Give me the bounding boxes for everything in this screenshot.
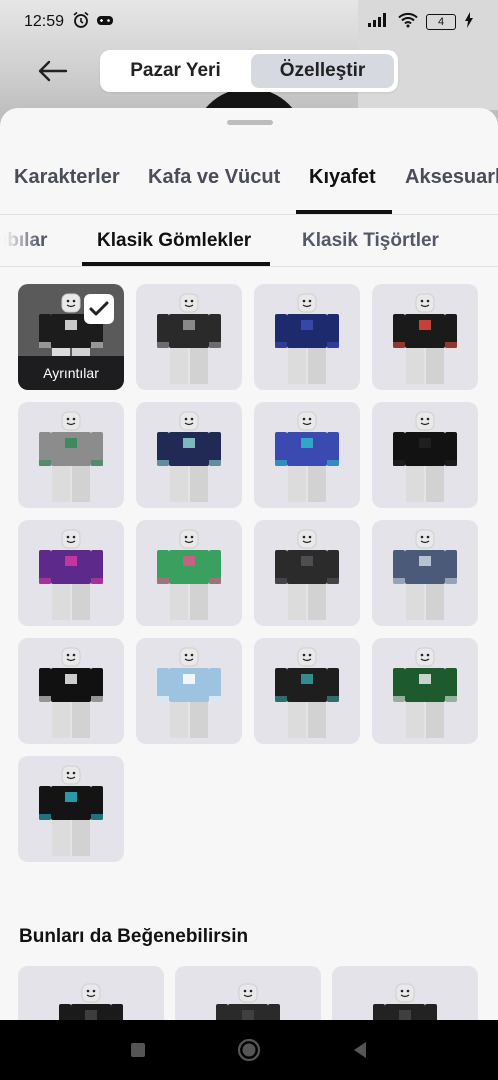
item-tile[interactable] (372, 402, 478, 508)
suggestions-title: Bunları da Beğenebilirsin (19, 926, 249, 947)
charging-icon (464, 11, 474, 33)
item-tile[interactable] (136, 284, 242, 390)
suggested-item[interactable] (175, 966, 321, 1020)
top-header: Pazar Yeri Özelleştir (0, 48, 498, 94)
suggested-item[interactable] (18, 966, 164, 1020)
item-tile[interactable] (254, 638, 360, 744)
suggestions-row (18, 966, 480, 1020)
subcategory-tabs: ıbılar Klasik Gömlekler Klasik Tişörtler (0, 220, 498, 266)
signal-icon (368, 12, 390, 32)
category-tabs: Karakterler Kafa ve Vücut Kıyafet Aksesu… (0, 156, 498, 212)
item-tile[interactable] (136, 520, 242, 626)
system-nav-bar (0, 1020, 498, 1080)
subtab-fade-right (468, 220, 498, 266)
item-tile[interactable] (18, 756, 124, 862)
recents-button[interactable] (126, 1038, 150, 1062)
shirt-preview (31, 410, 111, 508)
triangle-back-icon (354, 1042, 366, 1058)
battery-level: 4 (437, 16, 445, 28)
back-nav-button[interactable] (348, 1038, 372, 1062)
shirt-preview (267, 410, 347, 508)
tab-head-and-body[interactable]: Kafa ve Vücut (148, 166, 280, 189)
shirt-preview (31, 764, 111, 862)
shirt-preview (149, 528, 229, 626)
battery-icon: 4 (426, 14, 456, 30)
category-divider (0, 214, 498, 215)
subtab-classic-tshirts[interactable]: Klasik Tişörtler (302, 230, 439, 252)
shirt-preview (385, 646, 465, 744)
shirt-preview (365, 982, 445, 1020)
details-button[interactable]: Ayrıntılar (18, 356, 124, 390)
tab-accessories[interactable]: Aksesuarl (405, 166, 498, 189)
shirt-preview (385, 410, 465, 508)
shirt-preview (267, 528, 347, 626)
shirt-preview (51, 982, 131, 1020)
tab-clothing[interactable]: Kıyafet (309, 166, 376, 189)
customize-sheet: Karakterler Kafa ve Vücut Kıyafet Aksesu… (0, 108, 498, 1020)
status-bar: 12:59 4 (0, 0, 498, 44)
item-tile[interactable] (18, 520, 124, 626)
shirt-preview (385, 292, 465, 390)
back-button[interactable] (36, 56, 70, 86)
shirt-preview (208, 982, 288, 1020)
item-tile[interactable] (254, 402, 360, 508)
item-tile[interactable] (372, 520, 478, 626)
item-tile[interactable] (18, 638, 124, 744)
item-tile[interactable] (254, 520, 360, 626)
checkmark-icon (84, 294, 114, 324)
item-tile[interactable] (372, 284, 478, 390)
subtab-classic-shirts[interactable]: Klasik Gömlekler (97, 230, 251, 252)
shirt-preview (31, 528, 111, 626)
alarm-icon (72, 11, 90, 34)
item-tile[interactable] (136, 402, 242, 508)
sheet-drag-handle[interactable] (227, 120, 273, 125)
shirt-preview (267, 292, 347, 390)
subcategory-divider (0, 266, 498, 267)
shirt-preview (31, 646, 111, 744)
tab-characters[interactable]: Karakterler (14, 166, 120, 189)
item-tile-selected[interactable]: Ayrıntılar (18, 284, 124, 390)
segment-marketplace[interactable]: Pazar Yeri (104, 54, 247, 88)
home-button[interactable] (237, 1038, 261, 1062)
game-controller-icon (96, 11, 114, 34)
shirt-preview (149, 292, 229, 390)
shirt-preview (149, 410, 229, 508)
item-tile[interactable] (136, 638, 242, 744)
status-time: 12:59 (24, 13, 65, 30)
item-tile[interactable] (254, 284, 360, 390)
item-tile[interactable] (18, 402, 124, 508)
square-icon (131, 1043, 145, 1057)
arrow-left-icon (38, 60, 68, 82)
item-tile[interactable] (372, 638, 478, 744)
segment-customize[interactable]: Özelleştir (251, 54, 394, 88)
shirt-preview (149, 646, 229, 744)
shirt-preview (267, 646, 347, 744)
circle-icon (237, 1038, 261, 1062)
suggested-item[interactable] (332, 966, 478, 1020)
shirt-preview (385, 528, 465, 626)
wifi-icon (398, 12, 418, 33)
marketplace-customize-switch: Pazar Yeri Özelleştir (100, 50, 398, 92)
subtab-fade-left (0, 220, 40, 266)
